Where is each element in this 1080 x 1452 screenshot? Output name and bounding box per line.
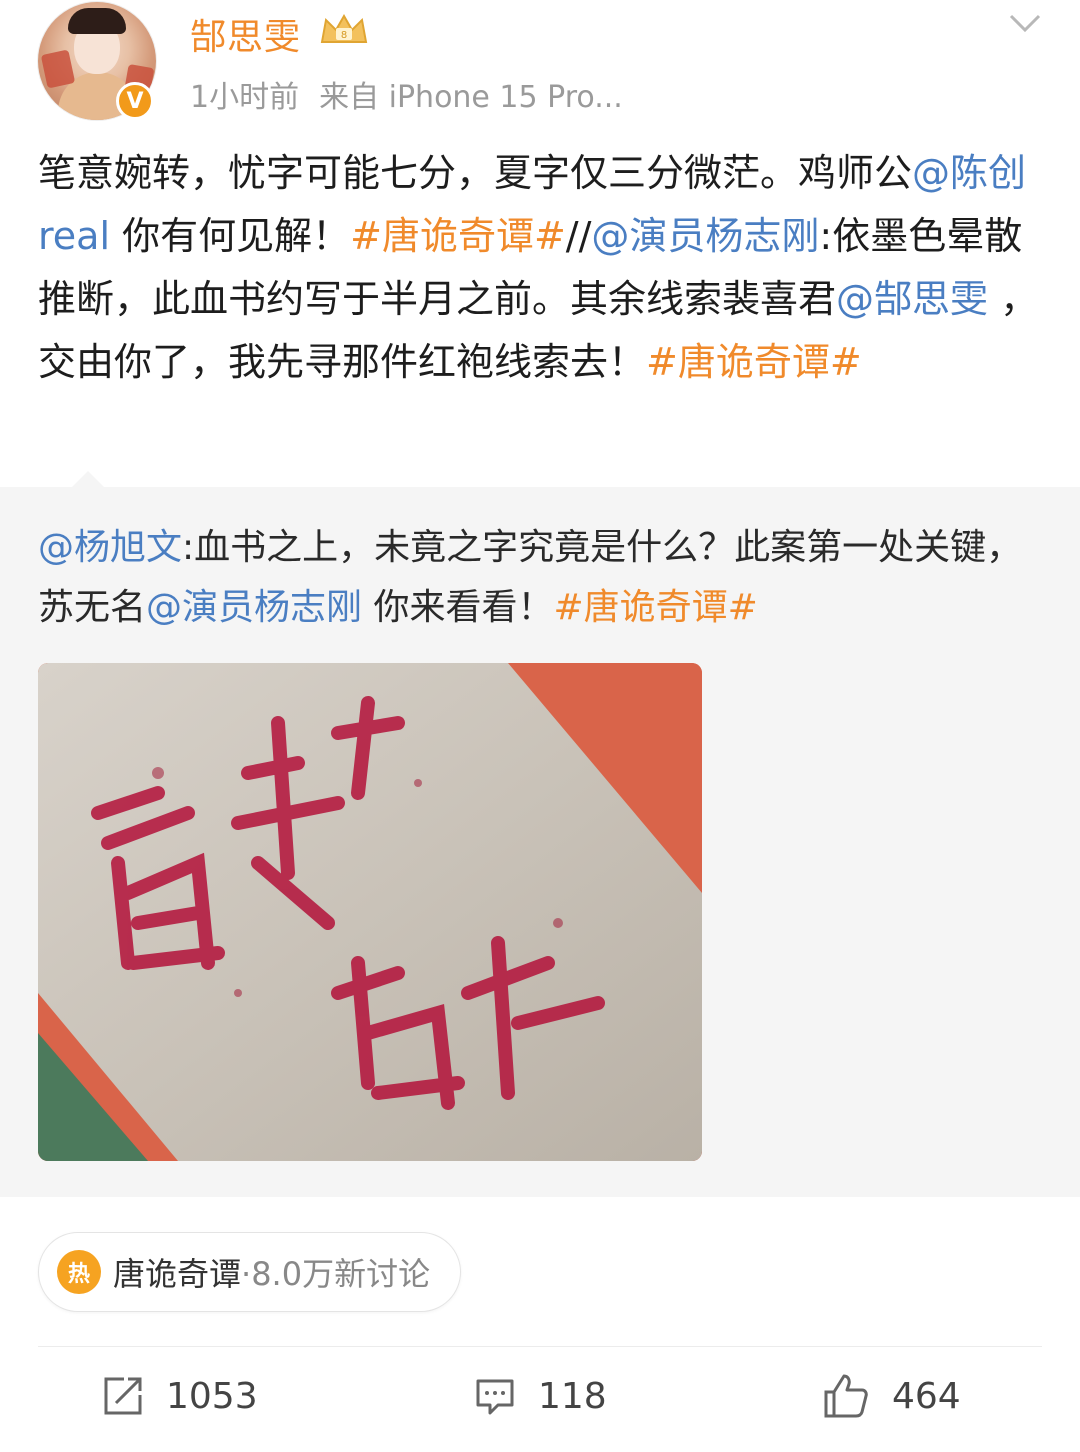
post-meta: 1小时前 来自 iPhone 15 Pro... (190, 72, 643, 116)
comment-button[interactable]: 118 (474, 1356, 607, 1436)
like-button[interactable]: 464 (822, 1356, 961, 1436)
quoted-post[interactable]: @杨旭文:血书之上，未竟之字究竟是什么？此案第一处关键，苏无名@演员杨志刚 你来… (0, 471, 1080, 1197)
mention-link[interactable]: @演员杨志刚 (591, 214, 819, 258)
mention-link[interactable]: @郜思雯 (836, 277, 988, 321)
svg-text:8: 8 (341, 30, 347, 41)
post-time: 1小时前 (190, 80, 300, 115)
comment-count: 118 (538, 1375, 607, 1417)
hot-icon: 热 (57, 1250, 101, 1294)
topic-chip[interactable]: 热 唐诡奇谭 ·8.0万新讨论 (38, 1232, 462, 1312)
mention-link[interactable]: @杨旭文 (38, 527, 182, 568)
post-image[interactable] (38, 663, 702, 1161)
repost-button[interactable]: 1053 (102, 1356, 258, 1436)
action-bar: 1053 118 464 (0, 1356, 1080, 1436)
quoted-post-text: @杨旭文:血书之上，未竟之字究竟是什么？此案第一处关键，苏无名@演员杨志刚 你来… (38, 527, 1023, 628)
like-count: 464 (892, 1375, 961, 1417)
topic-chip-name: 唐诡奇谭 (113, 1255, 242, 1293)
mention-link[interactable]: @演员杨志刚 (146, 587, 362, 628)
post-header: V 郜思雯 8 1小时前 来自 iPhone 15 Pro... (0, 0, 1080, 130)
topic-chip-count: ·8.0万新讨论 (241, 1255, 431, 1293)
topic-link[interactable]: #唐诡奇谭# (553, 587, 757, 628)
username[interactable]: 郜思雯 (190, 8, 301, 60)
topic-link[interactable]: #唐诡奇谭# (350, 214, 566, 258)
post-source: 来自 iPhone 15 Pro... (319, 80, 623, 115)
verified-badge-icon: V (116, 82, 154, 120)
thumbs-up-icon (824, 1374, 868, 1418)
divider (38, 1346, 1042, 1347)
repost-count: 1053 (166, 1375, 258, 1417)
post-text: 笔意婉转，忧字可能七分，夏字仅三分微茫。鸡师公@陈创 real 你有何见解！#唐… (38, 151, 1039, 384)
repost-icon (104, 1377, 142, 1415)
crown-icon: 8 (320, 13, 368, 43)
chevron-down-icon[interactable] (1008, 12, 1042, 36)
comment-icon (476, 1379, 514, 1415)
topic-link[interactable]: #唐诡奇谭# (646, 340, 862, 384)
